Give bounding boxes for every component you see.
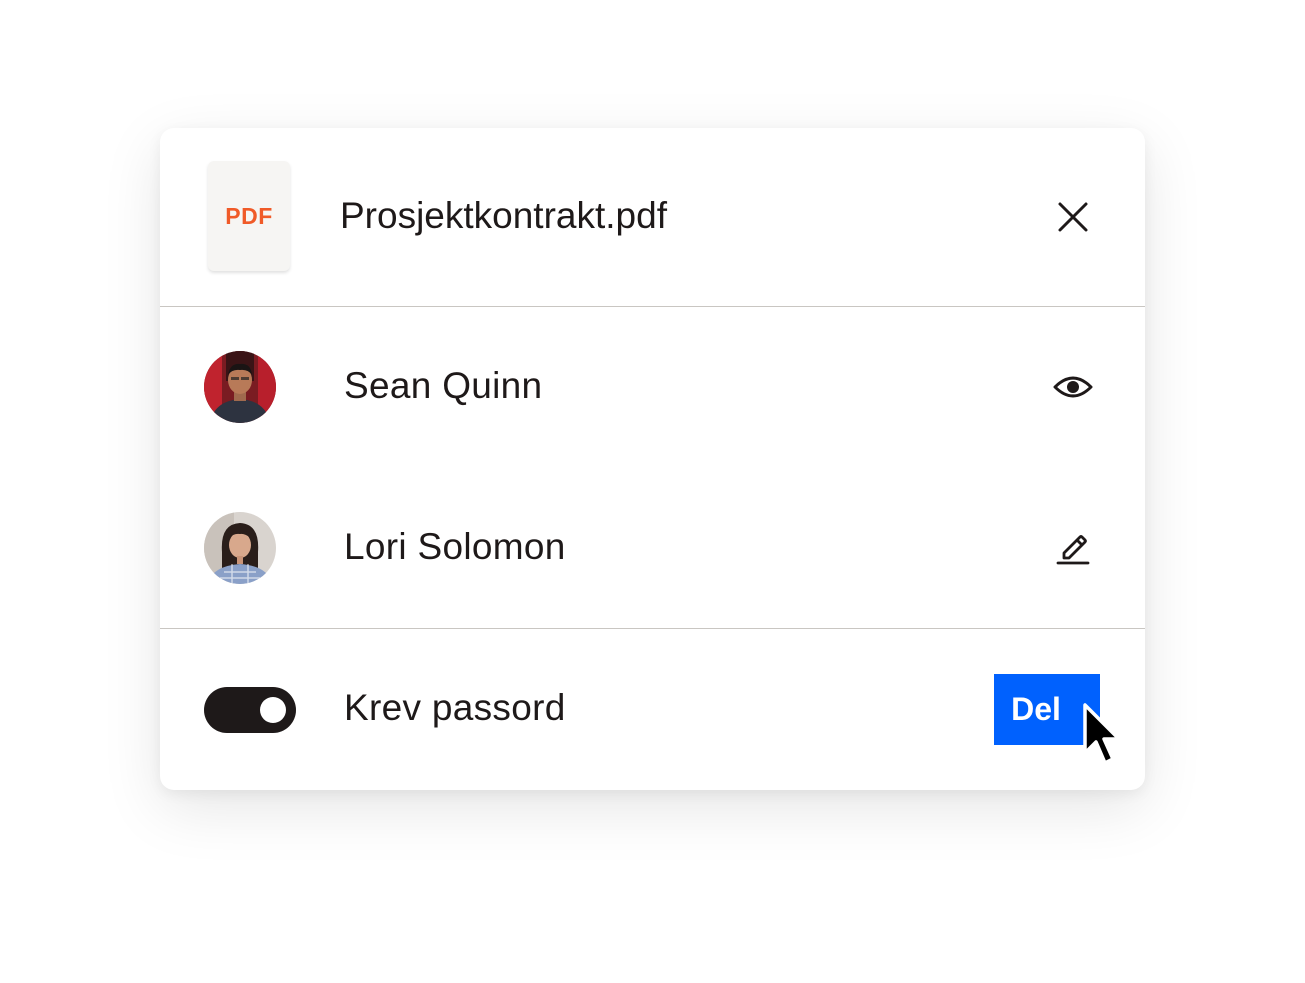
- file-type-label: PDF: [225, 202, 273, 229]
- divider: [160, 628, 1145, 629]
- avatar-sean-quinn: [204, 351, 276, 423]
- permission-edit-button[interactable]: [1048, 522, 1098, 572]
- toggle-knob: [260, 697, 286, 723]
- member-name: Lori Solomon: [344, 526, 566, 567]
- file-name: Prosjektkontrakt.pdf: [340, 195, 667, 236]
- password-toggle[interactable]: [204, 687, 296, 733]
- mouse-cursor-icon: [1083, 703, 1121, 765]
- share-dialog: PDF Prosjektkontrakt.pdf Sean Quinn Lori…: [160, 128, 1145, 790]
- close-button[interactable]: [1048, 192, 1098, 242]
- member-name: Sean Quinn: [344, 365, 543, 406]
- eye-icon: [1053, 376, 1093, 398]
- file-thumbnail: PDF: [208, 161, 290, 271]
- pencil-icon: [1056, 535, 1090, 565]
- password-label: Krev passord: [344, 687, 566, 728]
- permission-view-button[interactable]: [1048, 362, 1098, 412]
- avatar-lori-solomon: [204, 512, 276, 584]
- divider: [160, 306, 1145, 307]
- close-icon: [1058, 202, 1088, 232]
